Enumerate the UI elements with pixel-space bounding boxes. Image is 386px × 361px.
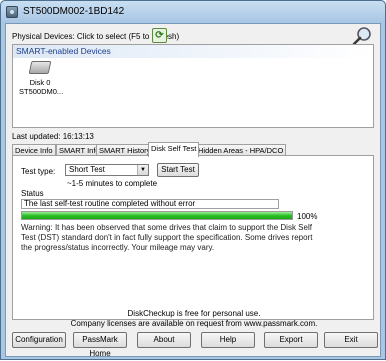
client-area: Physical Devices: Click to select (F5 to… (5, 23, 382, 358)
disk-0-model: ST500DM0... (19, 87, 64, 96)
drive-app-icon (6, 6, 18, 18)
test-duration-text: ~1-5 minutes to complete (67, 179, 158, 188)
refresh-icon[interactable]: ⟳ (152, 28, 167, 43)
help-button[interactable]: Help (201, 332, 255, 348)
warning-text: Warning: It has been observed that some … (21, 223, 313, 252)
progress-bar (21, 211, 293, 220)
hard-disk-icon (28, 61, 52, 74)
start-test-button[interactable]: Start Test (157, 163, 199, 177)
window-title: ST500DM002-1BD142 (23, 6, 125, 17)
disk-0-label: Disk 0 ST500DM0... (19, 78, 64, 96)
disk-0-item[interactable]: Disk 0 ST500DM0... (19, 61, 64, 105)
passmark-home-button[interactable]: PassMark Home (73, 332, 127, 358)
exit-button[interactable]: Exit (324, 332, 378, 348)
test-type-value: Short Test (69, 165, 105, 174)
test-type-label: Test type: (21, 167, 56, 176)
devices-panel: SMART-enabled Devices Disk 0 ST500DM0... (12, 44, 374, 128)
about-button[interactable]: About (137, 332, 191, 348)
status-text-box: The last self-test routine completed wit… (21, 199, 279, 209)
tab-disk-self-test[interactable]: Disk Self Test (148, 142, 200, 157)
license-line-2: Company licenses are available on reques… (70, 319, 318, 328)
progress-bar-fill (22, 212, 292, 219)
magnifier-icon[interactable] (351, 26, 373, 46)
export-button[interactable]: Export (264, 332, 318, 348)
last-updated-text: Last updated: 16:13:13 (12, 132, 94, 141)
chevron-down-icon[interactable]: ▼ (137, 165, 148, 175)
license-note: DiskCheckup is free for personal use. Co… (6, 309, 382, 329)
configuration-button[interactable]: Configuration (12, 332, 66, 348)
license-line-1: DiskCheckup is free for personal use. (127, 309, 261, 318)
title-bar[interactable]: ST500DM002-1BD142 (1, 1, 385, 23)
status-label: Status (21, 189, 44, 198)
disk-0-name: Disk 0 (29, 78, 51, 87)
self-test-panel: Test type: Short Test ▼ Start Test ~1-5 … (12, 155, 374, 320)
progress-percent: 100% (297, 212, 318, 221)
devices-panel-title: SMART-enabled Devices (13, 45, 373, 58)
app-window: ST500DM002-1BD142 Physical Devices: Clic… (0, 0, 386, 360)
test-type-select[interactable]: Short Test ▼ (65, 164, 149, 176)
